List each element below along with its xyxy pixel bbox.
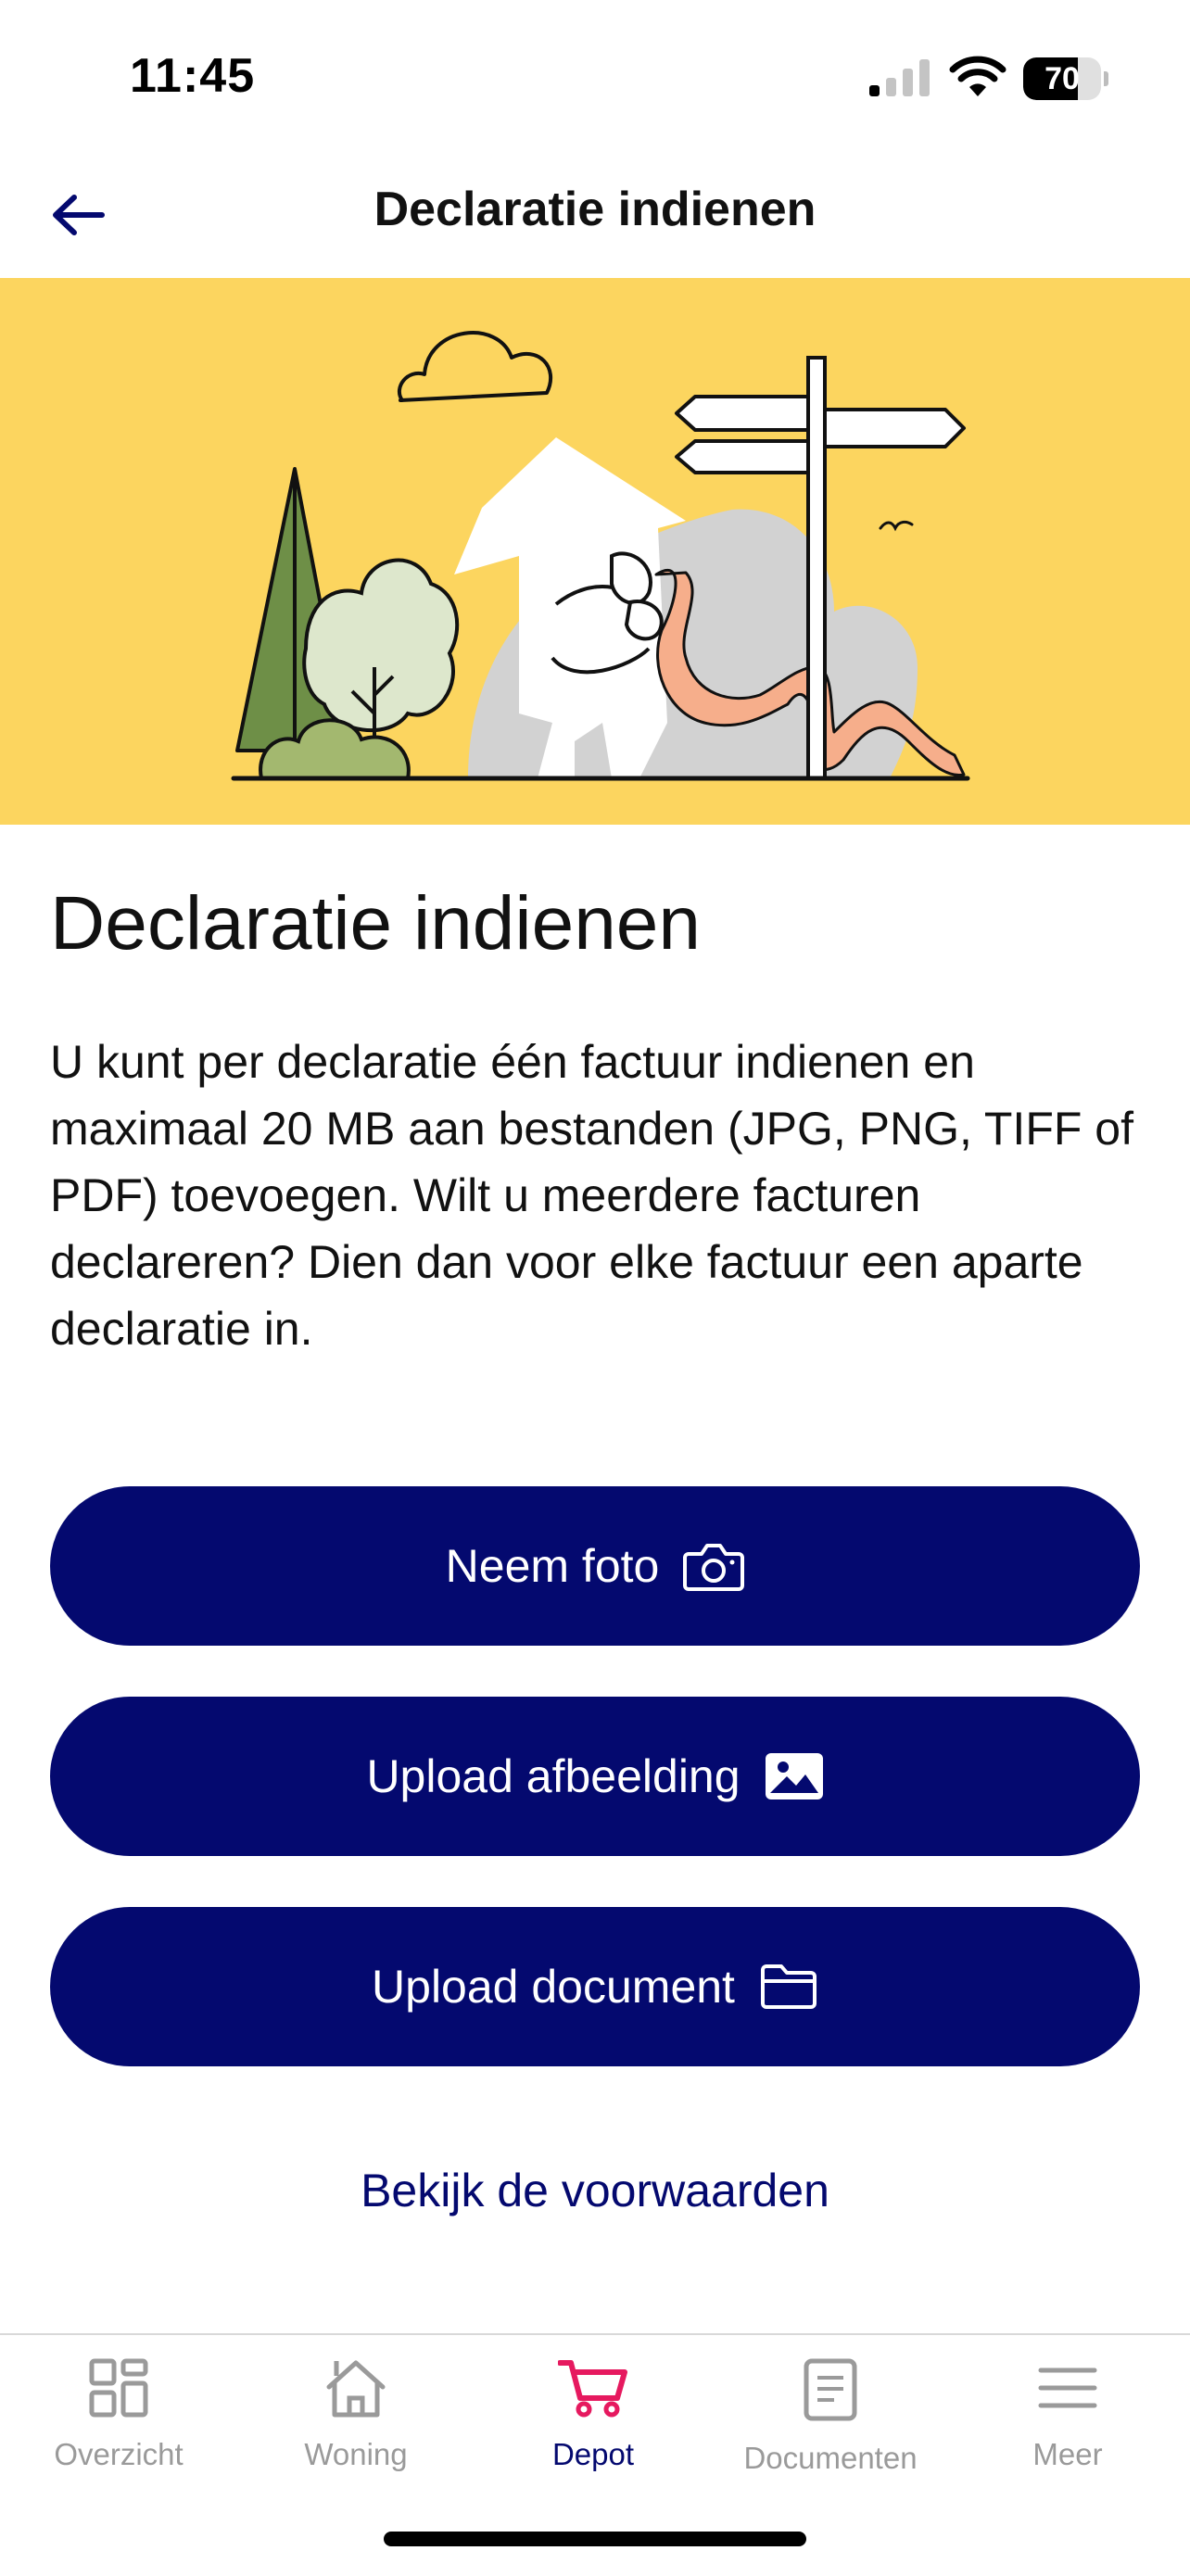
page-title: Declaratie indienen <box>50 881 702 966</box>
header-title: Declaratie indienen <box>373 183 817 236</box>
upload-image-button[interactable]: Upload afbeelding <box>50 1697 1140 1856</box>
signal-icon <box>869 59 930 96</box>
document-icon <box>804 2358 857 2421</box>
home-indicator <box>384 2532 806 2546</box>
status-time: 11:45 <box>130 49 256 103</box>
camera-icon <box>683 1544 745 1591</box>
arrow-left-icon <box>53 195 105 235</box>
take-photo-label: Neem foto <box>445 1540 660 1592</box>
battery-level: 70 <box>1044 61 1080 96</box>
back-button[interactable] <box>41 178 115 252</box>
cart-icon <box>558 2360 627 2418</box>
tab-depot[interactable]: Depot <box>475 2357 712 2496</box>
menu-icon <box>1038 2368 1097 2408</box>
hero-illustration <box>0 278 1190 825</box>
intro-text: U kunt per declaratie één factuur indien… <box>50 1036 1133 1355</box>
tab-label-woning: Woning <box>304 2437 408 2471</box>
terms-link[interactable]: Bekijk de voorwaarden <box>0 2164 1190 2217</box>
tab-overzicht[interactable]: Overzicht <box>0 2357 237 2496</box>
tab-label-meer: Meer <box>1032 2437 1103 2471</box>
dashboard-icon <box>89 2358 148 2418</box>
tab-label-overzicht: Overzicht <box>54 2437 184 2471</box>
upload-document-label: Upload document <box>372 1961 735 2013</box>
take-photo-button[interactable]: Neem foto <box>50 1486 1140 1646</box>
upload-image-label: Upload afbeelding <box>366 1750 741 1802</box>
tab-label-documenten: Documenten <box>743 2441 918 2475</box>
upload-document-button[interactable]: Upload document <box>50 1907 1140 2066</box>
navigation-header: Declaratie indienen <box>0 148 1190 280</box>
tab-woning[interactable]: Woning <box>237 2357 475 2496</box>
tab-label-depot: Depot <box>551 2437 635 2471</box>
status-bar: 11:45 70 <box>0 0 1190 148</box>
illustration-image <box>231 331 970 781</box>
battery-icon: 70 <box>1023 57 1108 100</box>
wifi-icon <box>949 56 1006 96</box>
tab-documenten[interactable]: Documenten <box>712 2357 949 2496</box>
image-icon <box>765 1753 823 1799</box>
folder-icon <box>760 1964 817 2009</box>
tab-meer[interactable]: Meer <box>949 2357 1186 2496</box>
house-icon <box>326 2360 386 2418</box>
